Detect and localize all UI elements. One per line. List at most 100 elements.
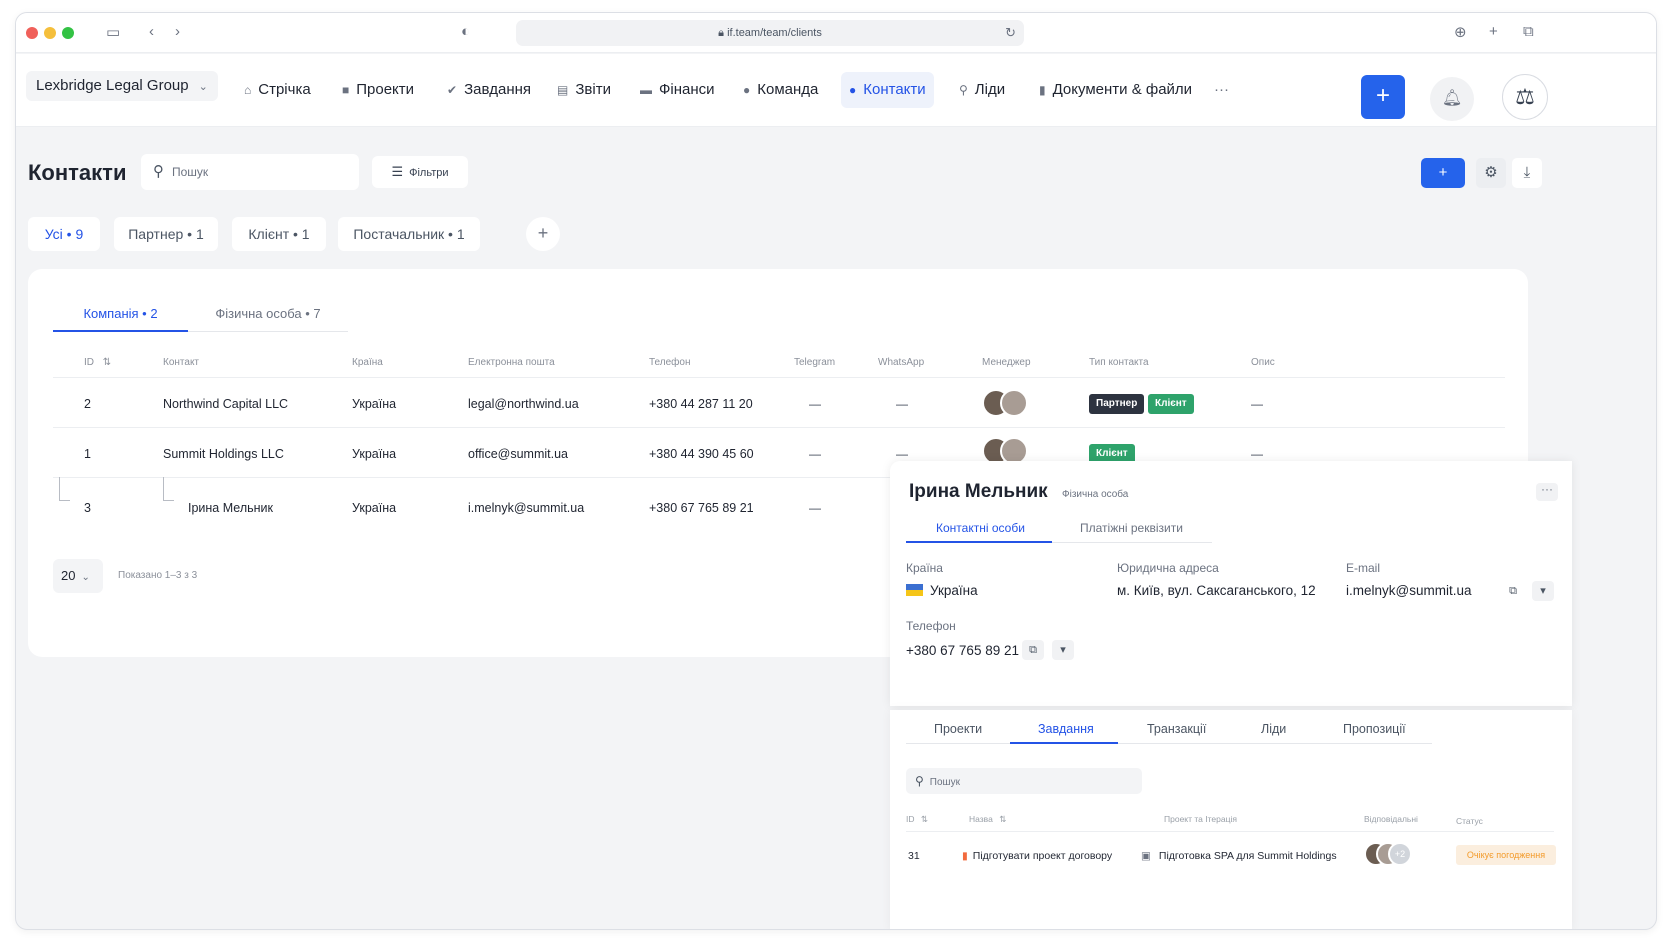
tab-leads[interactable]: Ліди xyxy=(1261,722,1286,736)
extra-assignees-count: +2 xyxy=(1388,842,1412,866)
tab-projects[interactable]: Проекти xyxy=(934,722,982,736)
copy-email-icon[interactable]: ⧉ xyxy=(1502,581,1524,601)
nav-item-reports[interactable]: ▤ Звіти xyxy=(549,72,619,108)
column-id[interactable]: ID ⇅ xyxy=(84,357,111,368)
nav-label: Звіти xyxy=(575,81,611,98)
task-project[interactable]: ▣ Підготовка SPA для Summit Holdings xyxy=(1141,850,1337,862)
pill-all[interactable]: Усі • 9 xyxy=(28,217,100,251)
manager-avatars[interactable] xyxy=(982,389,1028,417)
maximize-window-button[interactable] xyxy=(62,27,74,39)
add-pill-button[interactable]: + xyxy=(526,217,560,251)
nav-item-team[interactable]: ● Команда xyxy=(735,72,826,108)
create-button[interactable]: + xyxy=(1361,75,1405,119)
cell-contact[interactable]: Northwind Capital LLC xyxy=(163,397,288,411)
column-contact: Контакт xyxy=(163,357,200,368)
org-switcher[interactable]: Lexbridge Legal Group ⌄ xyxy=(26,71,218,101)
tasks-search-placeholder: Пошук xyxy=(929,777,960,788)
shield-icon[interactable]: ◐ xyxy=(461,23,470,40)
report-icon: ▤ xyxy=(557,83,569,97)
page-title: Контакти xyxy=(28,160,127,185)
tab-payment-details[interactable]: Платіжні реквізити xyxy=(1080,521,1183,535)
pill-supplier[interactable]: Постачальник • 1 xyxy=(338,217,480,251)
task-column-name[interactable]: Назва ⇅ xyxy=(969,814,1006,825)
cell-id: 3 xyxy=(84,501,91,515)
close-window-button[interactable] xyxy=(26,27,38,39)
more-options-button[interactable]: ··· xyxy=(1536,483,1558,501)
status-badge: Очікує погодження xyxy=(1456,845,1556,865)
cell-phone: +380 67 765 89 21 xyxy=(649,501,754,515)
filters-button[interactable]: ☰ Фільтри xyxy=(372,156,468,188)
task-column-assignees: Відповідальні xyxy=(1364,814,1418,824)
column-whatsapp: WhatsApp xyxy=(878,357,925,368)
copy-phone-icon[interactable]: ⧉ xyxy=(1022,640,1044,660)
nav-item-finance[interactable]: ▬ Фінанси xyxy=(632,72,723,108)
leads-icon: ⚲ xyxy=(959,83,968,97)
forward-icon[interactable]: › xyxy=(175,23,180,40)
nav-more-button[interactable]: ··· xyxy=(1206,72,1237,108)
pill-partner[interactable]: Партнер • 1 xyxy=(114,217,218,251)
tabs-overview-icon[interactable]: ⧉ xyxy=(1523,23,1534,40)
task-assignees[interactable]: +2 xyxy=(1364,842,1424,866)
cell-email: i.melnyk@summit.ua xyxy=(468,501,585,515)
scales-logo-icon[interactable]: ⚖ xyxy=(1502,74,1548,120)
tasks-search-input[interactable]: ⚲ Пошук xyxy=(906,768,1142,794)
sidebar-toggle-icon[interactable]: ▭ xyxy=(106,23,120,41)
task-column-label: ID xyxy=(906,814,915,824)
task-column-project: Проект та Ітерація xyxy=(1164,814,1237,824)
team-icon: ● xyxy=(743,83,751,97)
nav-item-documents[interactable]: ▮ Документи & файли xyxy=(1031,72,1200,108)
column-manager: Менеджер xyxy=(982,357,1031,368)
row-divider xyxy=(53,377,1505,378)
download-icon[interactable]: ⤓ xyxy=(1512,158,1542,188)
nav-item-leads[interactable]: ⚲ Ліди xyxy=(951,72,1013,108)
email-value[interactable]: i.melnyk@summit.ua xyxy=(1346,583,1471,598)
reload-icon[interactable]: ↻ xyxy=(1005,20,1016,46)
country-text: Україна xyxy=(930,583,978,598)
phone-dropdown-chevron-icon[interactable]: ▾ xyxy=(1052,640,1074,660)
documents-icon: ▮ xyxy=(1039,83,1046,97)
subtab-company[interactable]: Компанія • 2 xyxy=(53,306,188,330)
panel-contact-type: Фізична особа xyxy=(1062,489,1129,500)
folder-icon: ■ xyxy=(342,83,350,97)
search-input[interactable]: ⚲ Пошук xyxy=(141,154,359,190)
task-id: 31 xyxy=(908,850,920,862)
task-column-id[interactable]: ID ⇅ xyxy=(906,814,928,825)
nav-item-projects[interactable]: ■ Проекти xyxy=(334,72,422,108)
tab-transactions[interactable]: Транзакції xyxy=(1147,722,1206,736)
nav-label: Фінанси xyxy=(659,81,715,98)
subtab-underline xyxy=(53,330,188,332)
nav-item-feed[interactable]: ⌂ Стрічка xyxy=(236,72,319,108)
task-name[interactable]: ▮ Підготувати проект договору xyxy=(962,850,1112,862)
nav-item-contacts[interactable]: ● Контакти xyxy=(841,72,934,108)
country-label: Країна xyxy=(906,561,943,575)
phone-value[interactable]: +380 67 765 89 21 xyxy=(906,643,1019,658)
cell-contact[interactable]: Ірина Мельник xyxy=(188,501,273,515)
cell-contact[interactable]: Summit Holdings LLC xyxy=(163,447,284,461)
task-name-text: Підготувати проект договору xyxy=(972,850,1113,862)
address-bar[interactable]: 🔒︎ if.team/team/clients ↻ xyxy=(516,20,1024,46)
task-column-status: Статус xyxy=(1456,816,1483,826)
lock-icon: 🔒︎ xyxy=(718,27,725,39)
column-phone: Телефон xyxy=(649,357,691,368)
pagination-info: Показано 1–3 з 3 xyxy=(118,570,198,581)
minimize-window-button[interactable] xyxy=(44,27,56,39)
column-country: Країна xyxy=(352,357,383,368)
add-contact-button[interactable]: + xyxy=(1421,158,1465,188)
tab-tasks[interactable]: Завдання xyxy=(1038,722,1094,736)
panel-tab-underline xyxy=(906,541,1052,543)
sort-icon: ⇅ xyxy=(999,814,1007,824)
bottom-tabs-divider xyxy=(906,743,1432,744)
tab-proposals[interactable]: Пропозиції xyxy=(1343,722,1406,736)
tab-contact-persons[interactable]: Контактні особи xyxy=(936,521,1025,535)
pill-client[interactable]: Клієнт • 1 xyxy=(232,217,326,251)
page-size-select[interactable]: 20 ⌄ xyxy=(53,559,103,593)
subtab-person[interactable]: Фізична особа • 7 xyxy=(188,306,348,330)
email-dropdown-chevron-icon[interactable]: ▾ xyxy=(1532,581,1554,601)
notifications-bell-icon[interactable]: 🔔︎ xyxy=(1430,77,1474,121)
downloads-icon[interactable]: ⊕ xyxy=(1454,23,1467,41)
new-tab-icon[interactable]: + xyxy=(1489,23,1498,40)
cell-country: Україна xyxy=(352,397,397,411)
settings-gear-icon[interactable]: ⚙ xyxy=(1476,158,1506,188)
nav-item-tasks[interactable]: ✔ Завдання xyxy=(439,72,539,108)
back-icon[interactable]: ‹ xyxy=(149,23,154,40)
